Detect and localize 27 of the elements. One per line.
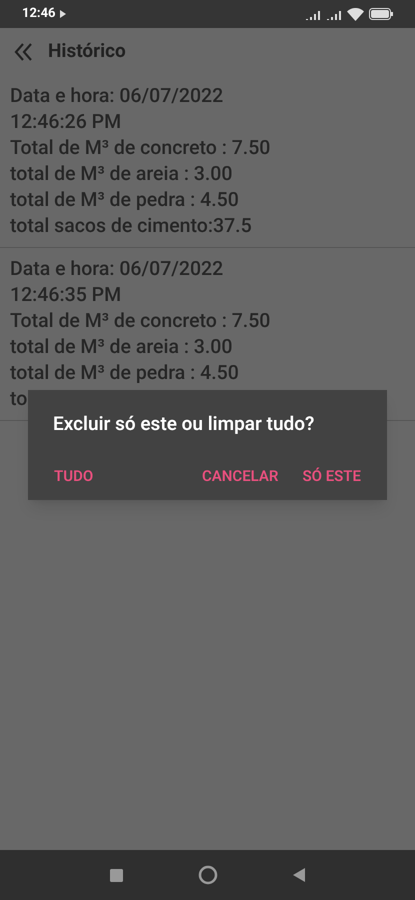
back-triangle-icon[interactable]	[293, 868, 305, 882]
record-line: 12:46:35 PM	[10, 282, 122, 308]
record-line: Data e hora: 06/07/2022	[10, 256, 224, 282]
record-line: total de M³ de areia : 3.00	[10, 161, 234, 187]
dialog-button[interactable]: TUDO	[42, 460, 106, 491]
dialog-button[interactable]: SÓ ESTE	[290, 460, 373, 491]
record-line: total de M³ de pedra : 4.50	[10, 187, 240, 213]
screen-title: Histórico	[48, 38, 126, 64]
record-line: to	[10, 386, 28, 412]
signal-icon	[326, 8, 342, 20]
signal-icon	[305, 8, 321, 20]
record-line: total de M³ de areia : 3.00	[10, 334, 234, 360]
home-icon[interactable]	[198, 865, 218, 885]
battery-icon	[369, 8, 393, 20]
record-line: Total de M³ de concreto : 7.50	[10, 308, 272, 334]
record-line: Data e hora: 06/07/2022	[10, 83, 224, 109]
play-icon	[60, 10, 66, 18]
record-line: total sacos de cimento:37.5	[10, 213, 253, 239]
wifi-icon	[347, 8, 364, 20]
record-line: Total de M³ de concreto : 7.50	[10, 135, 272, 161]
dialog-message: Excluir só este ou limpar tudo?	[53, 411, 316, 437]
dialog-button[interactable]: CANCELAR	[190, 460, 290, 491]
recents-icon[interactable]	[110, 868, 123, 882]
record-line: total de M³ de pedra : 4.50	[10, 360, 240, 386]
record-line: 12:46:26 PM	[10, 109, 122, 135]
status-time: 12:46	[22, 5, 56, 24]
back-icon[interactable]	[14, 42, 34, 60]
